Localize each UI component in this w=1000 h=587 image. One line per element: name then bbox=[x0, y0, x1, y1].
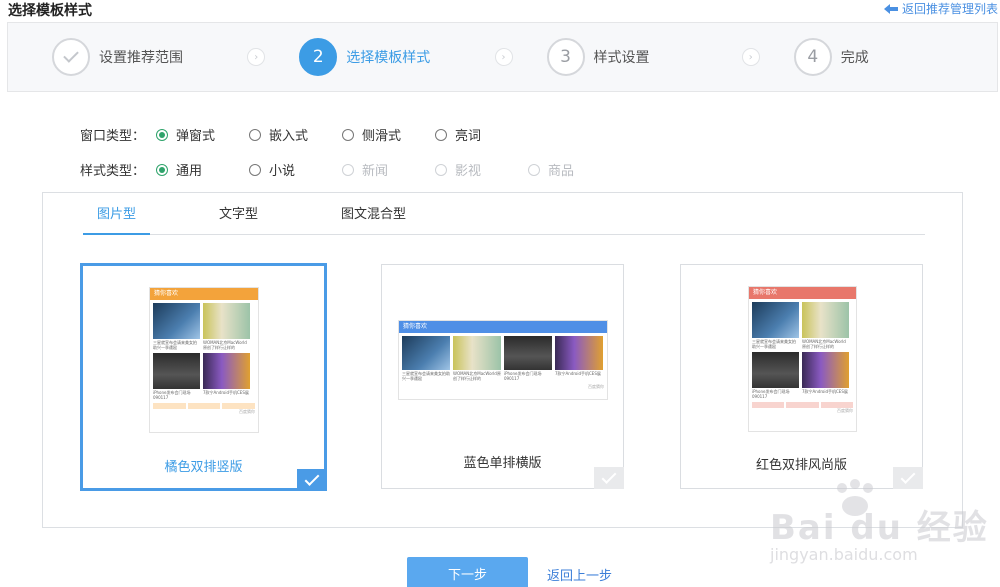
window-type-label: 窗口类型： bbox=[80, 129, 146, 144]
radio-style-video: 影视 bbox=[435, 160, 528, 179]
step-3: 3 样式设置 › bbox=[503, 23, 760, 91]
template-title-orange: 橘色双排竖版 bbox=[164, 460, 243, 475]
radio-window-slide[interactable]: 侧滑式 bbox=[342, 125, 435, 144]
chevron-right-icon: › bbox=[741, 48, 760, 66]
next-step-button[interactable]: 下一步 bbox=[407, 557, 528, 587]
radio-window-popup[interactable]: 弹窗式 bbox=[156, 125, 249, 144]
tab-mixed[interactable]: 图文混合型 bbox=[327, 205, 420, 235]
step-1: 设置推荐范围 › bbox=[8, 23, 266, 91]
chevron-right-icon: › bbox=[494, 48, 513, 66]
template-preview-orange: 猜你喜欢 三星就宣布会请来美女拍助兴一季遭殴 WOMAN北京MacWorld原创… bbox=[149, 287, 259, 433]
unselected-check-icon bbox=[594, 467, 624, 489]
baidu-watermark-text: Bai du 经验 bbox=[770, 508, 989, 548]
prev-step-link[interactable]: 返回上一步 bbox=[547, 565, 612, 584]
unselected-check-icon bbox=[893, 467, 923, 489]
window-type-row: 窗口类型： 弹窗式 嵌入式 侧滑式 亮词 bbox=[80, 125, 528, 144]
step-2-number: 2 bbox=[299, 38, 338, 76]
radio-style-general[interactable]: 通用 bbox=[156, 160, 249, 179]
baidu-watermark-url: jingyan.baidu.com bbox=[770, 545, 918, 564]
style-type-label: 样式类型： bbox=[80, 164, 146, 179]
radio-style-goods: 商品 bbox=[528, 160, 621, 179]
template-preview-blue: 猜你喜欢 三星就宣布会请来美女拍助兴一季遭殴 WOMAN北京MacWorld原创… bbox=[398, 320, 608, 400]
step-3-label: 样式设置 bbox=[593, 50, 650, 66]
template-card-red-double[interactable]: 猜你喜欢 三星就宣布会请来美女拍助兴一季遭殴 WOMAN北京MacWorld原创… bbox=[680, 264, 923, 489]
back-arrow-icon bbox=[883, 3, 898, 14]
step-4-label: 完成 bbox=[840, 50, 869, 66]
selected-check-icon bbox=[297, 469, 327, 491]
step-3-number: 3 bbox=[546, 38, 585, 76]
step-1-label: 设置推荐范围 bbox=[99, 50, 183, 66]
template-title-blue: 蓝色单排横版 bbox=[463, 456, 542, 471]
template-tabs: 图片型 文字型 图文混合型 bbox=[83, 205, 925, 235]
tab-text[interactable]: 文字型 bbox=[205, 205, 272, 235]
step-2-label: 选择模板样式 bbox=[346, 50, 431, 66]
radio-style-news: 新闻 bbox=[342, 160, 435, 179]
style-type-row: 样式类型： 通用 小说 新闻 影视 商品 bbox=[80, 160, 621, 179]
back-to-list-label: 返回推荐管理列表 bbox=[901, 2, 998, 16]
template-preview-red: 猜你喜欢 三星就宣布会请来美女拍助兴一季遭殴 WOMAN北京MacWorld原创… bbox=[748, 286, 857, 432]
radio-style-novel[interactable]: 小说 bbox=[249, 160, 342, 179]
step-2: 2 选择模板样式 › bbox=[255, 23, 513, 91]
radio-window-highlight[interactable]: 亮词 bbox=[435, 125, 528, 144]
tab-image[interactable]: 图片型 bbox=[83, 205, 151, 235]
step-progress-bar: 设置推荐范围 › 2 选择模板样式 › 3 样式设置 › 4 完成 bbox=[7, 22, 998, 92]
step-4: 4 完成 bbox=[750, 23, 997, 91]
template-title-red: 红色双排风尚版 bbox=[755, 458, 847, 473]
radio-window-embedded[interactable]: 嵌入式 bbox=[249, 125, 342, 144]
back-to-list-link[interactable]: 返回推荐管理列表 bbox=[883, 0, 998, 17]
step-1-done-icon bbox=[52, 38, 90, 76]
template-card-blue-single[interactable]: 猜你喜欢 三星就宣布会请来美女拍助兴一季遭殴 WOMAN北京MacWorld原创… bbox=[381, 264, 624, 489]
step-4-number: 4 bbox=[793, 38, 832, 76]
template-card-orange-double[interactable]: 猜你喜欢 三星就宣布会请来美女拍助兴一季遭殴 WOMAN北京MacWorld原创… bbox=[80, 263, 327, 491]
page-title: 选择模板样式 bbox=[8, 3, 92, 19]
